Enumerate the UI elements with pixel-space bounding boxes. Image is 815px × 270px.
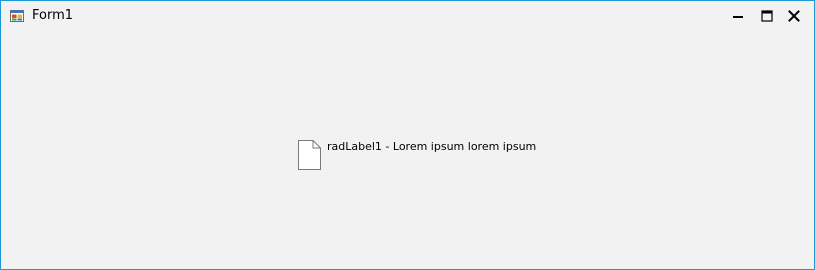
winforms-app-icon (10, 10, 24, 22)
maximize-icon (761, 10, 773, 22)
maximize-button[interactable] (752, 1, 782, 31)
rad-label: radLabel1 - Lorem ipsum lorem ipsum (297, 139, 536, 171)
window-title: Form1 (32, 8, 74, 23)
close-icon (788, 10, 800, 22)
rad-label-text: radLabel1 - Lorem ipsum lorem ipsum (327, 140, 537, 153)
close-button[interactable] (779, 1, 809, 31)
minimize-icon (733, 16, 743, 18)
form-window: Form1 radLabel1 - Lorem ipsum lorem ipsu… (0, 0, 815, 270)
document-icon (298, 140, 321, 170)
form-client-area: radLabel1 - Lorem ipsum lorem ipsum (1, 31, 814, 269)
minimize-button[interactable] (723, 1, 753, 31)
title-bar[interactable]: Form1 (1, 1, 814, 31)
